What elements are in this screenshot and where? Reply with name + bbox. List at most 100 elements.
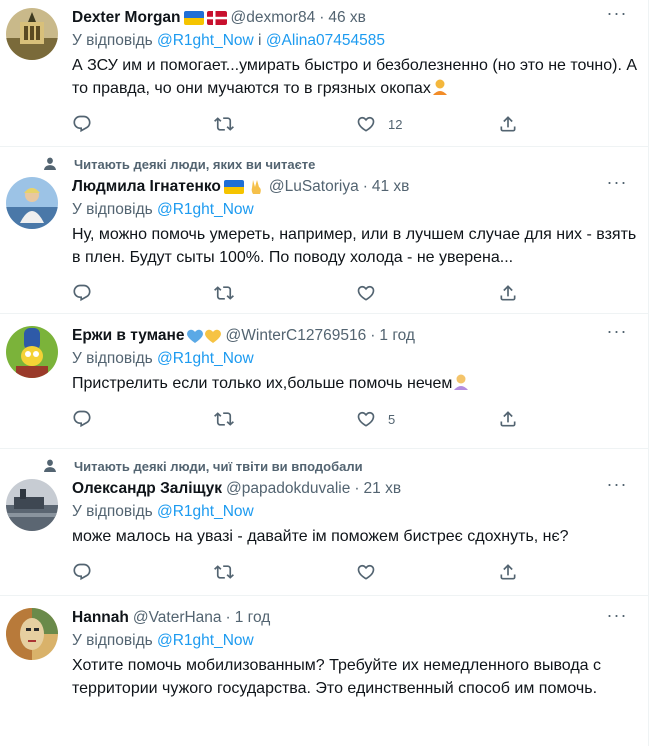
author-name[interactable]: Олександр Заліщук <box>72 479 222 499</box>
mention-link[interactable]: @R1ght_Now <box>157 503 254 520</box>
tweet-time[interactable]: 46 хв <box>328 8 366 28</box>
comment-icon <box>72 283 92 303</box>
tweet-time[interactable]: 1 год <box>379 326 415 346</box>
author-handle[interactable]: @LuSatoriya <box>269 177 359 197</box>
tweet[interactable]: ··· Читають деякі люди, яких ви читаєте … <box>0 147 648 314</box>
avatar[interactable] <box>6 8 58 60</box>
more-icon[interactable]: ··· <box>606 322 628 348</box>
comment-icon <box>72 114 92 134</box>
victory-hand-icon <box>251 180 261 194</box>
reply-context: У відповідь @R1ght_Now <box>72 348 640 370</box>
tweet-text-content: А ЗСУ им и помогает...умирать быстро и б… <box>72 57 638 97</box>
mention-link[interactable]: @R1ght_Now <box>157 32 254 49</box>
avatar[interactable] <box>6 177 58 229</box>
tweet-text: Хотите помочь мобилизованным? Требуйте и… <box>72 657 601 697</box>
blue-heart-icon <box>186 329 203 343</box>
like-button[interactable]: 12 <box>356 114 498 134</box>
person-icon <box>42 458 58 474</box>
tweet-text: Пристрелить если только их,больше помочь… <box>72 372 640 395</box>
author-name[interactable]: Hannah <box>72 608 129 628</box>
tweet-time[interactable]: 21 хв <box>364 479 402 499</box>
replies-feed: ··· Dexter Morgan @dexmor84 · 46 хв У ві… <box>0 0 649 746</box>
reply-context: У відповідь @R1ght_Now <box>72 501 640 523</box>
author-name[interactable]: Ержи в тумане <box>72 326 185 346</box>
person-shrugging-emoji-icon <box>432 79 447 95</box>
heart-icon <box>356 562 376 582</box>
retweet-icon <box>214 283 234 303</box>
reply-button[interactable] <box>72 409 214 429</box>
mention-link[interactable]: @R1ght_Now <box>157 350 254 367</box>
ukraine-flag-icon <box>223 180 244 194</box>
share-icon <box>498 283 518 303</box>
reply-context: У відповідь @R1ght_Now і @Alina07454585 <box>72 30 640 52</box>
separator-dot: · <box>319 9 325 26</box>
author-handle[interactable]: @WinterC12769516 <box>226 326 367 346</box>
share-icon <box>498 114 518 134</box>
comment-icon <box>72 409 92 429</box>
reply-context: У відповідь @R1ght_Now <box>72 630 636 652</box>
author-handle[interactable]: @papadokduvalie <box>226 479 350 499</box>
mention-link[interactable]: @R1ght_Now <box>157 201 254 218</box>
heart-icon <box>356 409 376 429</box>
share-icon <box>498 409 518 429</box>
tweet[interactable]: ··· Hannah @VaterHana · 1 год У відповід… <box>0 596 648 746</box>
retweet-icon <box>214 409 234 429</box>
woman-shrugging-emoji-icon <box>454 374 469 390</box>
reply-button[interactable] <box>72 114 214 134</box>
share-button[interactable] <box>498 562 640 582</box>
author-name[interactable]: Dexter Morgan <box>72 8 181 28</box>
retweet-button[interactable] <box>214 409 356 429</box>
reply-label: У відповідь <box>72 503 153 520</box>
reply-button[interactable] <box>72 562 214 582</box>
like-button[interactable] <box>356 283 498 303</box>
like-count: 12 <box>388 116 403 132</box>
tweet[interactable]: ··· Ержи в тумане @WinterC12769516 · 1 г… <box>0 314 648 449</box>
more-icon[interactable]: ··· <box>606 4 628 30</box>
like-button[interactable] <box>356 562 498 582</box>
share-button[interactable] <box>498 409 640 429</box>
reply-context: У відповідь @R1ght_Now <box>72 199 640 221</box>
avatar[interactable] <box>6 479 58 531</box>
reply-button[interactable] <box>72 283 214 303</box>
reply-joiner: і <box>258 32 262 49</box>
heart-icon <box>356 114 376 134</box>
author-name[interactable]: Людмила Ігнатенко <box>72 177 221 197</box>
like-count: 5 <box>388 411 396 427</box>
retweet-button[interactable] <box>214 562 356 582</box>
yellow-heart-icon <box>204 329 221 343</box>
separator-dot: · <box>354 480 360 497</box>
separator-dot: · <box>370 327 376 344</box>
social-context: Читають деякі люди, яких ви читаєте <box>74 156 316 172</box>
mention-link[interactable]: @R1ght_Now <box>157 632 254 649</box>
reply-label: У відповідь <box>72 350 153 367</box>
person-icon <box>42 156 58 172</box>
retweet-button[interactable] <box>214 114 356 134</box>
more-icon[interactable]: ··· <box>606 475 628 501</box>
retweet-icon <box>214 562 234 582</box>
denmark-flag-icon <box>206 11 227 25</box>
retweet-icon <box>214 114 234 134</box>
author-handle[interactable]: @dexmor84 <box>231 8 316 28</box>
avatar[interactable] <box>6 326 58 378</box>
retweet-button[interactable] <box>214 283 356 303</box>
tweet-time[interactable]: 41 хв <box>372 177 410 197</box>
tweet-text: може малось на увазі - давайте ім поможе… <box>72 528 569 545</box>
social-context: Читають деякі люди, чиї твіти ви вподоба… <box>74 458 363 474</box>
more-icon[interactable]: ··· <box>606 606 628 632</box>
more-icon[interactable]: ··· <box>606 173 628 199</box>
tweet[interactable]: ··· Dexter Morgan @dexmor84 · 46 хв У ві… <box>0 0 648 147</box>
like-button[interactable]: 5 <box>356 409 498 429</box>
tweet-time[interactable]: 1 год <box>235 608 271 628</box>
ukraine-flag-icon <box>183 11 204 25</box>
mention-link[interactable]: @Alina07454585 <box>266 32 385 49</box>
separator-dot: · <box>362 178 368 195</box>
tweet-text: А ЗСУ им и помогает...умирать быстро и б… <box>72 54 640 100</box>
share-button[interactable] <box>498 114 640 134</box>
avatar[interactable] <box>6 608 58 660</box>
share-button[interactable] <box>498 283 640 303</box>
author-handle[interactable]: @VaterHana <box>133 608 222 628</box>
heart-icon <box>356 283 376 303</box>
tweet[interactable]: ··· Читають деякі люди, чиї твіти ви впо… <box>0 449 648 596</box>
tweet-text: Ну, можно помочь умереть, например, или … <box>72 226 637 266</box>
reply-label: У відповідь <box>72 632 153 649</box>
